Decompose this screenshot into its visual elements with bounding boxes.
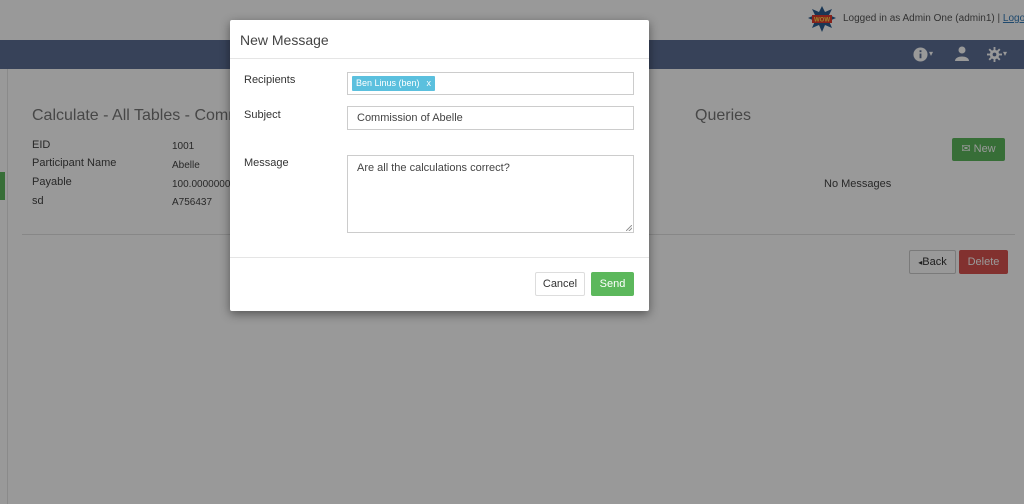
recipient-tag: Ben Linus (ben) x bbox=[352, 76, 436, 91]
recipient-tag-label: Ben Linus (ben) bbox=[356, 78, 420, 88]
subject-label: Subject bbox=[244, 109, 281, 121]
modal-header: New Message bbox=[230, 20, 649, 59]
remove-recipient-icon[interactable]: x bbox=[427, 78, 432, 88]
cancel-button[interactable]: Cancel bbox=[535, 272, 585, 296]
message-text: Are all the calculations correct? bbox=[357, 162, 510, 174]
message-textarea[interactable]: Are all the calculations correct? bbox=[347, 155, 634, 233]
modal-footer-divider bbox=[230, 257, 649, 258]
send-button[interactable]: Send bbox=[591, 272, 634, 296]
recipients-label: Recipients bbox=[244, 74, 296, 86]
resize-handle-icon[interactable] bbox=[626, 225, 632, 231]
subject-input[interactable]: Commission of Abelle bbox=[347, 106, 634, 130]
modal-title: New Message bbox=[240, 32, 329, 48]
message-label: Message bbox=[244, 157, 289, 169]
recipients-input[interactable]: Ben Linus (ben) x bbox=[347, 72, 634, 95]
new-message-modal: New Message Recipients Ben Linus (ben) x … bbox=[230, 20, 649, 311]
